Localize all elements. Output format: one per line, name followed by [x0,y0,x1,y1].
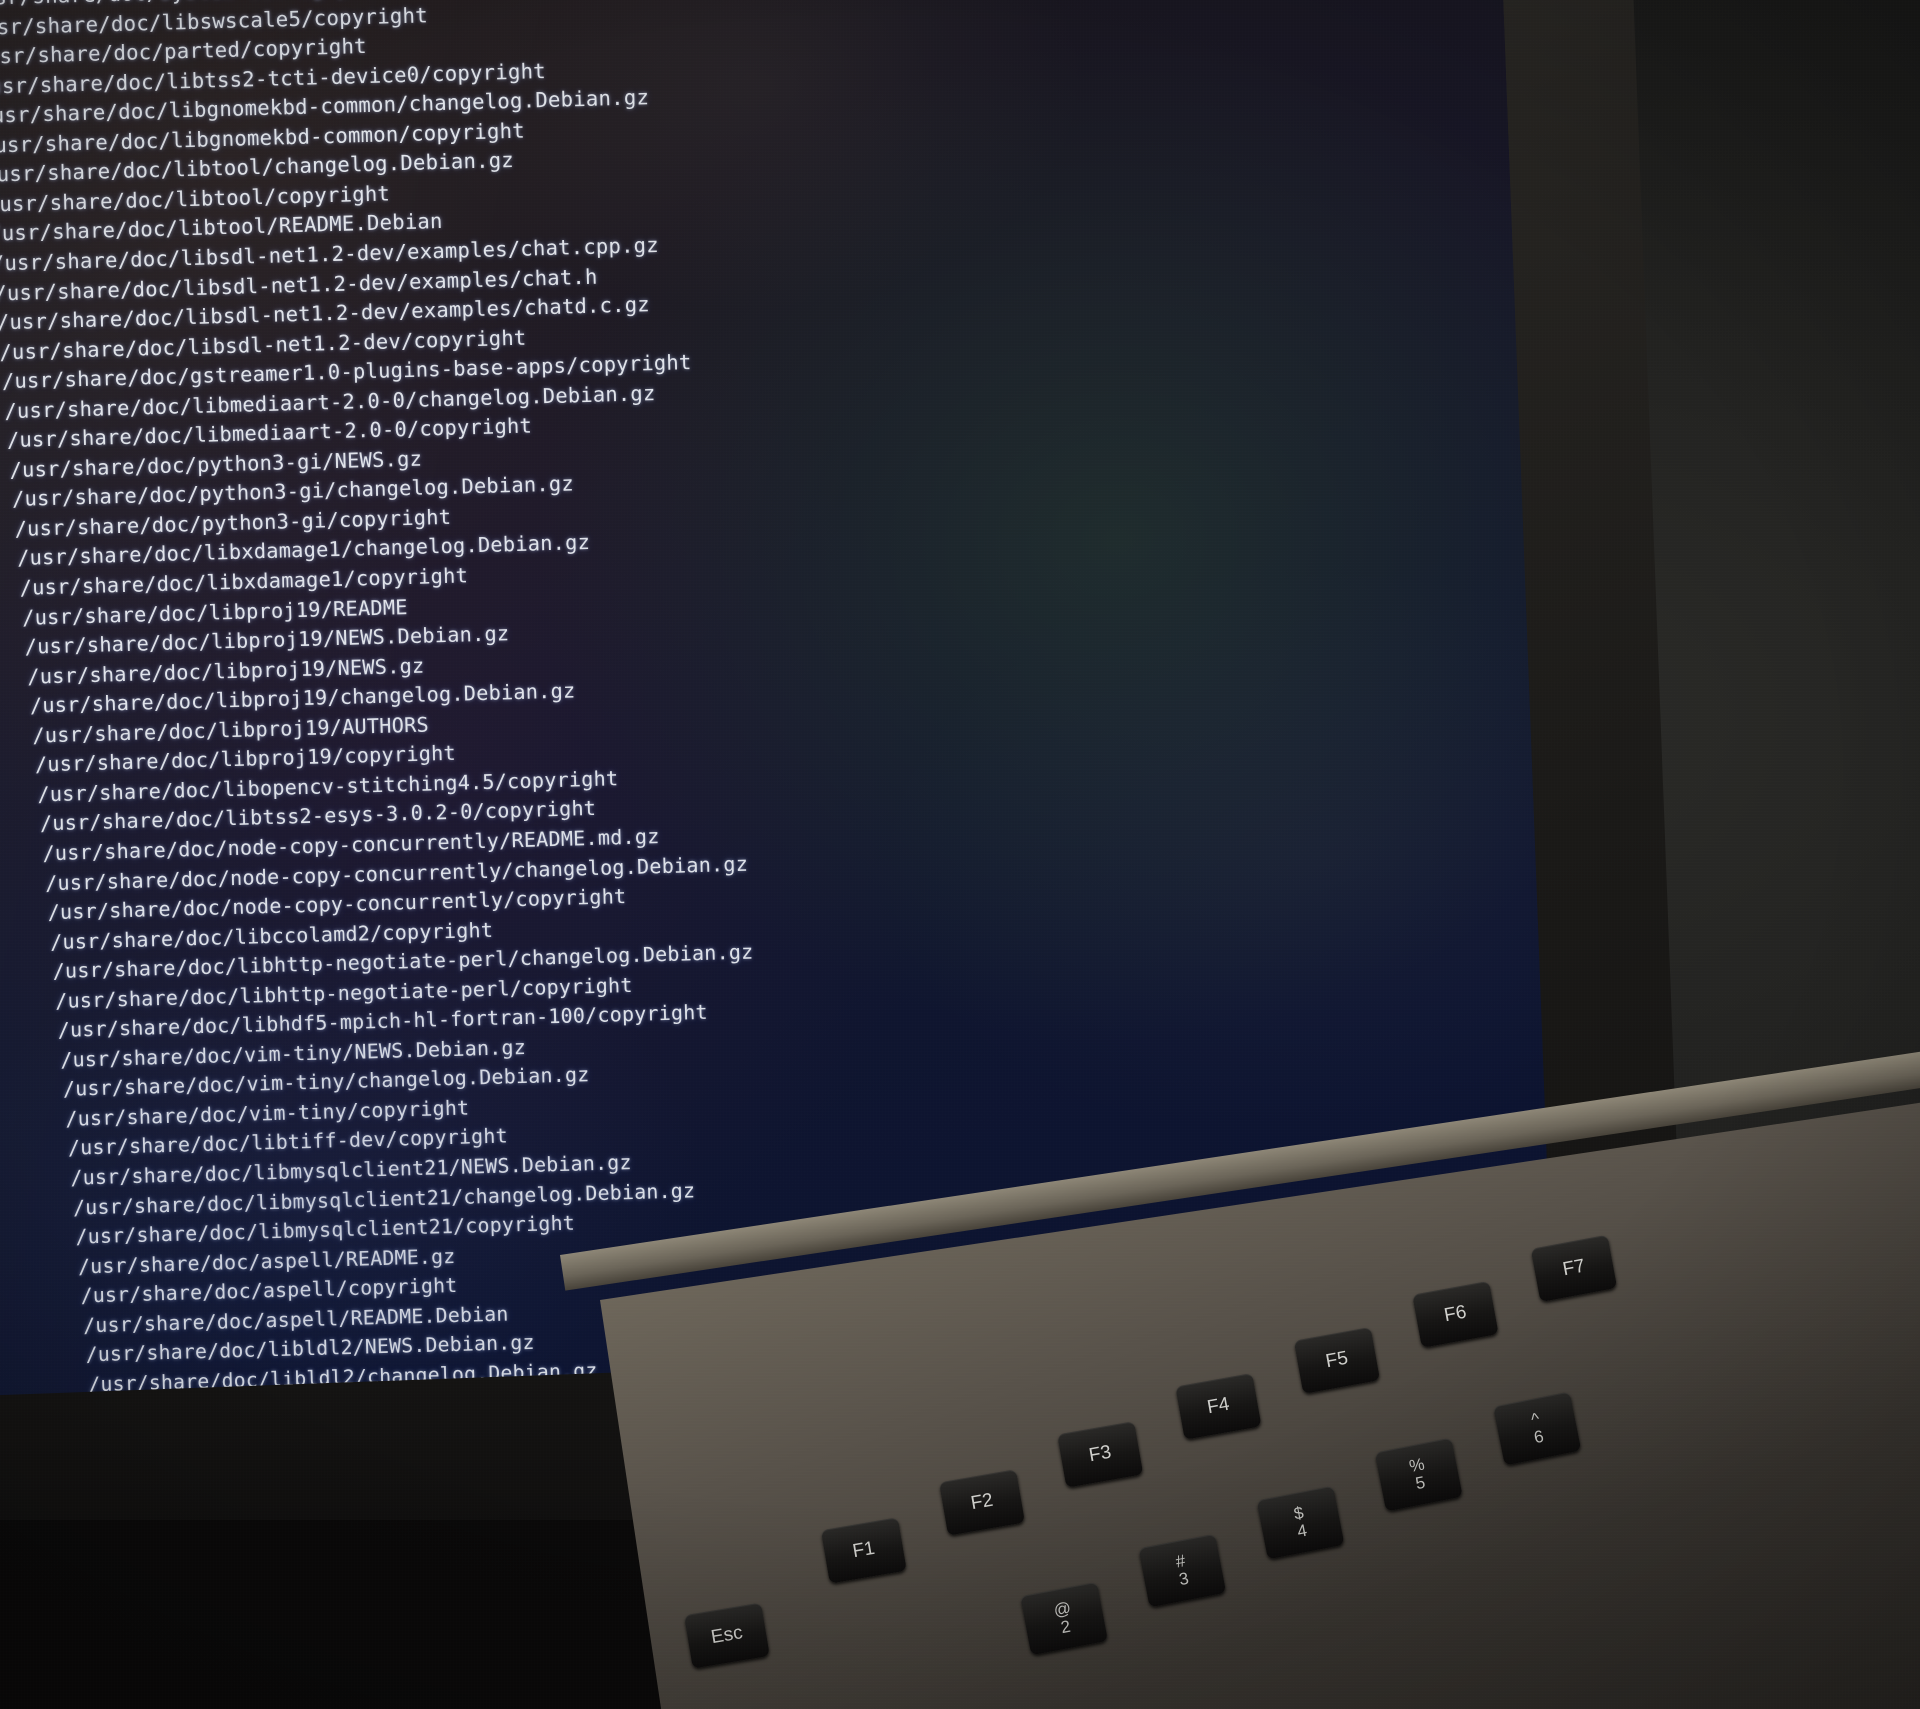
photo-scene: /usr/share/doc/apg/README.Debian/usr/sha… [0,0,1920,1709]
key-lower-label: 3 [1177,1568,1191,1590]
key-lower-label: 6 [1532,1426,1546,1448]
terminal-output[interactable]: /usr/share/doc/apg/README.Debian/usr/sha… [0,0,1516,1404]
key-label: F7 [1561,1255,1587,1281]
key-lower-label: 2 [1059,1616,1073,1638]
key-label: F4 [1205,1393,1232,1419]
key-lower-label: 4 [1295,1520,1309,1542]
key-[interactable]: #3 [1138,1533,1227,1608]
key-f4[interactable]: F4 [1175,1373,1262,1440]
key-label: F5 [1324,1347,1350,1373]
key-f6[interactable]: F6 [1412,1280,1499,1349]
key-f5[interactable]: F5 [1293,1326,1381,1394]
key-f1[interactable]: F1 [820,1517,907,1584]
key-[interactable]: @2 [1020,1581,1108,1656]
key-f3[interactable]: F3 [1057,1421,1144,1488]
key-lower-label: 5 [1413,1472,1427,1494]
key-[interactable]: % 5 [1374,1437,1463,1512]
key-label: F1 [851,1537,877,1563]
key-f7[interactable]: F7 [1530,1234,1618,1303]
key-f2[interactable]: F2 [938,1469,1026,1536]
key-label: F6 [1442,1301,1469,1327]
key-esc[interactable]: Esc [683,1602,770,1669]
key-label: F3 [1087,1441,1113,1467]
key-[interactable]: $4 [1256,1485,1345,1560]
key-label: F2 [969,1489,995,1515]
key-label: Esc [709,1622,745,1649]
key-[interactable]: ^ 6 [1493,1391,1582,1466]
